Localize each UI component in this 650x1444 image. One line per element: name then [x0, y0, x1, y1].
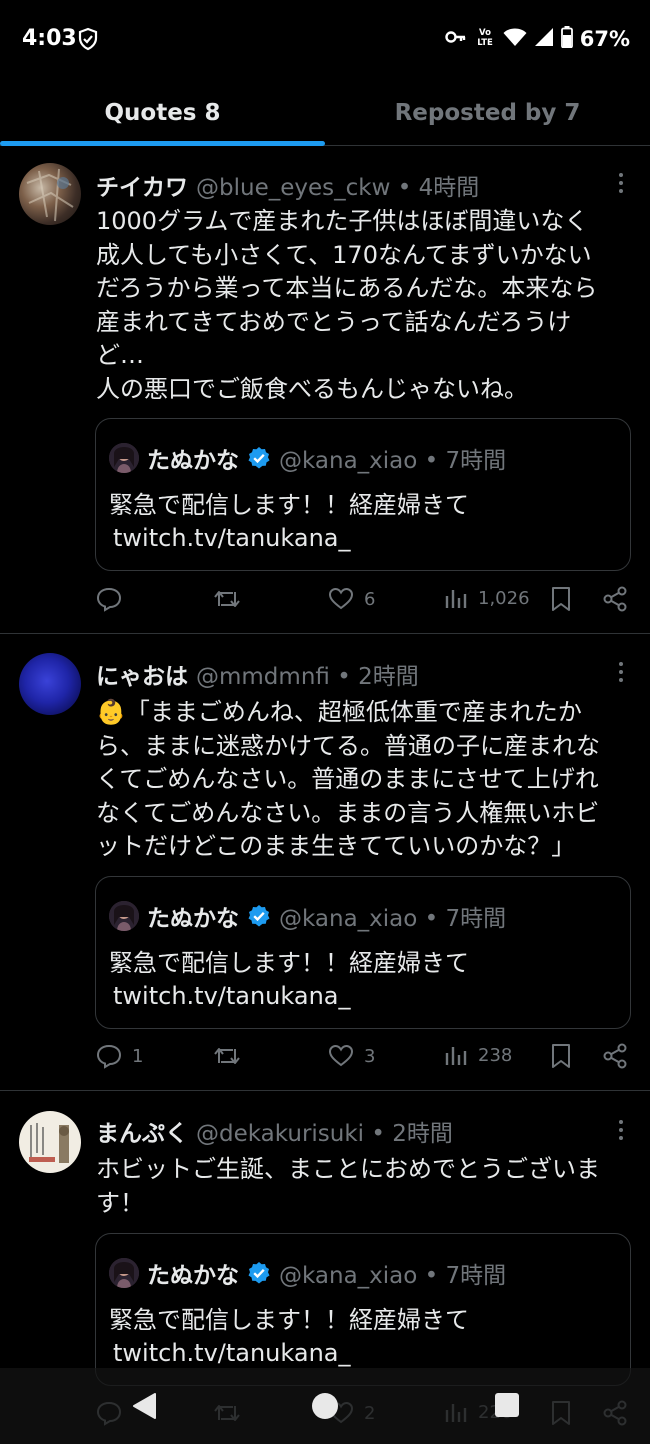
quoted-avatar — [109, 901, 139, 931]
views-count: 238 — [478, 1044, 513, 1066]
key-icon — [445, 29, 467, 49]
reply-icon — [96, 587, 122, 612]
quoted-author-name: たぬかな — [147, 448, 239, 474]
reply-count: 1 — [132, 1045, 144, 1067]
reply-button[interactable] — [96, 586, 132, 612]
views-count: 1,026 — [478, 587, 530, 609]
post-text: 👶「ままごめんね、超極低体重で産まれたか ら、ままに迷惑かけてる。普通の子に産ま… — [96, 696, 632, 864]
verified-icon — [247, 904, 271, 928]
author-name[interactable]: まんぷく — [96, 1114, 188, 1148]
quoted-link[interactable]: twitch.tv/tanukana_ — [113, 1337, 351, 1370]
quoted-header: たぬかな @kana_xiao • 7時間 — [147, 899, 506, 933]
avatar[interactable] — [19, 653, 81, 715]
quoted-header: たぬかな @kana_xiao • 7時間 — [147, 441, 506, 475]
quoted-text: 緊急で配信します！！経産婦きて — [109, 949, 469, 977]
quoted-link[interactable]: twitch.tv/tanukana_ — [113, 980, 351, 1013]
like-button[interactable]: 6 — [328, 586, 375, 612]
share-button[interactable] — [602, 586, 628, 612]
status-time: 4:03 — [22, 26, 77, 51]
quoted-post[interactable]: たぬかな @kana_xiao • 7時間 緊急で配信します！！経産婦きて tw… — [95, 876, 631, 1029]
views-button[interactable]: 1,026 — [444, 586, 530, 610]
repost-icon — [214, 1048, 240, 1064]
quoted-author-name: たぬかな — [147, 1263, 239, 1289]
repost-button[interactable] — [212, 586, 252, 612]
battery-icon — [560, 26, 573, 52]
svg-text:Vo: Vo — [479, 28, 491, 38]
quoted-avatar — [109, 1258, 139, 1288]
tab-quotes-label: Quotes 8 — [104, 99, 221, 126]
post-item[interactable]: チイカワ @blue_eyes_ckw • 4時間 1000グラムで産まれた子供… — [0, 146, 650, 634]
more-options-icon[interactable] — [618, 662, 624, 686]
post-text-body: 「ままごめんね、超極低体重で産まれたか ら、ままに迷惑かけてる。普通の子に産まれ… — [96, 698, 600, 860]
quoted-author-name: たぬかな — [147, 906, 239, 932]
quoted-handle-time: @kana_xiao • 7時間 — [279, 1263, 507, 1289]
share-icon — [603, 586, 627, 612]
like-button[interactable]: 3 — [328, 1043, 375, 1069]
tab-quotes[interactable]: Quotes 8 — [0, 80, 325, 145]
post-item[interactable]: にゃおは @mmdmnfi • 2時間 👶「ままごめんね、超極低体重で産まれたか… — [0, 634, 650, 1091]
reply-icon — [96, 1044, 122, 1069]
repost-icon — [214, 591, 240, 607]
avatar[interactable] — [19, 163, 81, 225]
verified-icon — [247, 1261, 271, 1285]
home-icon[interactable] — [311, 1392, 339, 1424]
post-header: まんぷく @dekakurisuki • 2時間 — [96, 1114, 610, 1148]
tab-bar: Quotes 8 Reposted by 7 — [0, 80, 650, 146]
repost-button[interactable] — [212, 1043, 252, 1069]
wifi-icon — [503, 27, 527, 51]
svg-text:LTE: LTE — [477, 38, 493, 48]
post-header: チイカワ @blue_eyes_ckw • 4時間 — [96, 168, 610, 202]
quoted-handle-time: @kana_xiao • 7時間 — [279, 906, 507, 932]
author-name[interactable]: チイカワ — [96, 168, 188, 202]
post-text: 1000グラムで産まれた子供はほぼ間違いなく 成人しても小さくて、170なんてま… — [96, 207, 598, 403]
avatar[interactable] — [19, 1111, 81, 1173]
bookmark-icon — [552, 587, 570, 611]
system-nav-bar — [0, 1368, 650, 1444]
quoted-post[interactable]: たぬかな @kana_xiao • 7時間 緊急で配信します！！経産婦きて tw… — [95, 1233, 631, 1386]
reply-button[interactable]: 1 — [96, 1043, 143, 1069]
share-icon — [603, 1043, 627, 1069]
like-icon — [328, 1044, 354, 1067]
views-button[interactable]: 238 — [444, 1043, 512, 1067]
quoted-post[interactable]: たぬかな @kana_xiao • 7時間 緊急で配信します！！経産婦きて tw… — [95, 418, 631, 571]
share-button[interactable] — [602, 1043, 628, 1069]
signal-icon — [534, 27, 554, 51]
verified-icon — [247, 446, 271, 470]
more-options-icon[interactable] — [618, 1120, 624, 1144]
tab-reposted-by[interactable]: Reposted by 7 — [325, 80, 650, 145]
like-count: 3 — [364, 1045, 376, 1067]
recents-icon[interactable] — [494, 1392, 520, 1422]
quoted-avatar — [109, 443, 139, 473]
more-options-icon[interactable] — [618, 173, 624, 197]
bookmark-button[interactable] — [550, 1043, 572, 1069]
quoted-text: 緊急で配信します！！経産婦きて — [109, 491, 469, 519]
author-handle-time[interactable]: @dekakurisuki • 2時間 — [196, 1114, 453, 1148]
quoted-text: 緊急で配信します！！経産婦きて — [109, 1306, 469, 1334]
status-bar: 4:03 Vo LTE 67% — [0, 0, 650, 80]
author-name[interactable]: にゃおは — [96, 657, 188, 691]
bookmark-button[interactable] — [550, 586, 572, 612]
post-actions: 6 1,026 — [96, 586, 630, 622]
shield-icon — [77, 27, 99, 55]
back-icon[interactable] — [131, 1392, 157, 1424]
post-text: ホビットご生誕、まことにおめでとうございま す！ — [96, 1155, 600, 1217]
volte-icon: Vo LTE — [474, 26, 496, 52]
views-icon — [445, 1047, 467, 1065]
author-handle-time[interactable]: @blue_eyes_ckw • 4時間 — [196, 168, 479, 202]
bookmark-icon — [552, 1044, 570, 1068]
post-actions: 1 3 238 — [96, 1043, 630, 1079]
author-handle-time[interactable]: @mmdmnfi • 2時間 — [196, 657, 419, 691]
quoted-link[interactable]: twitch.tv/tanukana_ — [113, 522, 351, 555]
quoted-handle-time: @kana_xiao • 7時間 — [279, 448, 507, 474]
like-count: 6 — [364, 588, 376, 610]
post-header: にゃおは @mmdmnfi • 2時間 — [96, 657, 610, 691]
baby-emoji: 👶 — [96, 698, 126, 726]
tab-reposted-by-label: Reposted by 7 — [394, 99, 581, 126]
quoted-header: たぬかな @kana_xiao • 7時間 — [147, 1256, 506, 1290]
like-icon — [328, 587, 354, 610]
views-icon — [445, 590, 467, 608]
battery-percent: 67% — [579, 27, 630, 51]
